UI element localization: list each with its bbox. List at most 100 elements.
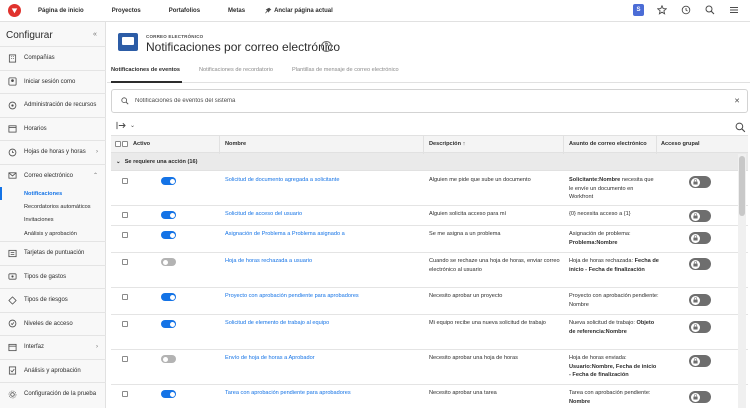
user-badge[interactable]: S <box>633 4 644 16</box>
main-menu-icon[interactable] <box>728 4 740 16</box>
export-button[interactable]: ⌄ <box>116 121 135 130</box>
row-checkbox[interactable] <box>122 321 128 327</box>
sidebar-item-resource-management[interactable]: Administración de recursos <box>0 93 106 117</box>
collapse-sidebar-icon[interactable]: « <box>93 31 97 38</box>
row-checkbox[interactable] <box>122 212 128 218</box>
nav-projects[interactable]: Proyectos <box>112 8 141 14</box>
subject-bold: Usuario:Nombre, Fecha de inicio - Fecha … <box>569 363 657 379</box>
history-icon[interactable] <box>680 4 692 16</box>
table-row: Solicitud de documento agregada a solici… <box>111 171 748 206</box>
sidebar-subitem-notifications[interactable]: Notificaciones <box>0 187 106 200</box>
active-toggle[interactable] <box>161 293 176 301</box>
sidebar-item-label: Análisis y aprobación <box>24 367 81 374</box>
row-checkbox[interactable] <box>122 259 128 265</box>
active-toggle[interactable] <box>161 390 176 398</box>
help-icon[interactable]: ? <box>321 41 332 52</box>
search-input[interactable] <box>135 98 715 104</box>
sidebar-subitem-invitations[interactable]: Invitaciones <box>0 213 106 226</box>
sidebar-item-risk-types[interactable]: Tipos de riesgos <box>0 288 106 312</box>
active-tab-indicator <box>111 81 182 83</box>
nav-portfolios[interactable]: Portafolios <box>169 8 200 14</box>
table-scrollbar[interactable] <box>738 154 746 408</box>
group-row-action-required[interactable]: ⌄ Se requiere una acción (16) <box>111 153 748 171</box>
tab-email-templates[interactable]: Plantillas de mensaje de correo electrón… <box>292 67 399 81</box>
clear-search-icon[interactable]: ✕ <box>734 97 740 105</box>
sidebar-item-interface[interactable]: Interfaz › <box>0 335 106 359</box>
login-icon <box>8 77 17 86</box>
notification-name-link[interactable]: Asignación de Problema a Problema asigna… <box>225 231 345 237</box>
group-label: Se requiere una acción (16) <box>124 158 198 165</box>
sidebar-item-email[interactable]: Correo electrónico ⌃ <box>0 163 106 188</box>
active-toggle[interactable] <box>161 231 176 239</box>
sidebar-item-access-levels[interactable]: Niveles de acceso <box>0 311 106 336</box>
column-header-subject[interactable]: Asunto de correo electrónico <box>569 141 647 147</box>
active-toggle[interactable] <box>161 355 176 363</box>
email-subject: Nueva solicitud de trabajo: Objeto de re… <box>569 319 659 336</box>
workfront-logo-icon[interactable] <box>8 4 21 17</box>
column-header-group-access[interactable]: Acceso grupal <box>661 141 700 147</box>
email-subject: Tarea con aprobación pendiente: Nombre <box>569 389 659 406</box>
scorecard-icon <box>8 249 17 258</box>
top-navigation-bar: Página de inicio Proyectos Portafolios M… <box>0 0 750 22</box>
search-icon[interactable] <box>704 4 716 16</box>
notification-name-link[interactable]: Proyecto con aprobación pendiente para a… <box>225 293 359 299</box>
sidebar-item-scorecards[interactable]: Tarjetas de puntuación <box>0 241 106 265</box>
sidebar-item-companies[interactable]: Compañías <box>0 46 106 70</box>
page-kicker: CORREO ELECTRÓNICO <box>146 34 204 39</box>
access-icon <box>8 319 17 328</box>
notification-name-link[interactable]: Solicitud de elemento de trabajo al equi… <box>225 320 329 326</box>
sidebar-item-label: Niveles de acceso <box>24 320 73 327</box>
nav-goals[interactable]: Metas <box>228 8 245 14</box>
notification-description: Alguien me pide que sube un documento <box>429 177 531 183</box>
sidebar-item-expense-types[interactable]: Tipos de gastos <box>0 264 106 289</box>
group-access-toggle[interactable] <box>689 210 711 222</box>
sidebar-item-review-approval[interactable]: Análisis y aprobación <box>0 358 106 383</box>
tab-reminder-notifications[interactable]: Notificaciones de recordatorio <box>199 67 273 81</box>
row-checkbox[interactable] <box>122 391 128 397</box>
chevron-right-icon: › <box>96 344 98 351</box>
active-toggle[interactable] <box>161 177 176 185</box>
group-access-toggle[interactable] <box>689 321 711 333</box>
notification-name-link[interactable]: Envío de hoja de horas a Aprobador <box>225 355 315 361</box>
group-access-toggle[interactable] <box>689 355 711 367</box>
sidebar-item-login-as[interactable]: Iniciar sesión como <box>0 69 106 94</box>
column-header-active[interactable]: Activo <box>133 141 150 147</box>
tab-event-notifications[interactable]: Notificaciones de eventos <box>111 67 180 81</box>
sidebar-item-timesheets[interactable]: Hojas de horas y horas › <box>0 140 106 164</box>
row-checkbox[interactable] <box>122 232 128 238</box>
sidebar-subitem-review-approval[interactable]: Análisis y aprobación <box>0 226 106 241</box>
notification-name-link[interactable]: Hoja de horas rechazada a usuario <box>225 258 312 264</box>
group-access-toggle[interactable] <box>689 258 711 270</box>
pin-page-button[interactable]: Anclar página actual <box>265 7 361 14</box>
group-access-toggle[interactable] <box>689 391 711 403</box>
scrollbar-thumb[interactable] <box>739 156 745 216</box>
sidebar-item-schedules[interactable]: Horarios <box>0 116 106 141</box>
sidebar-subitem-auto-reminders[interactable]: Recordatorios automáticos <box>0 200 106 213</box>
notification-name-link[interactable]: Solicitud de documento agregada a solici… <box>225 177 339 183</box>
select-all-checkbox[interactable] <box>122 141 128 147</box>
notification-name-link[interactable]: Solicitud de acceso del usuario <box>225 211 302 217</box>
column-header-description[interactable]: Descripción ↑ <box>429 141 465 147</box>
active-toggle[interactable] <box>161 320 176 328</box>
star-icon[interactable] <box>656 4 668 16</box>
page-title: Notificaciones por correo electrónico <box>146 40 341 54</box>
group-access-toggle[interactable] <box>689 176 711 188</box>
building-icon <box>8 54 17 63</box>
email-subject: Hoja de horas enviada: Usuario:Nombre, F… <box>569 354 659 380</box>
sidebar-item-proofing-setup[interactable]: Configuración de la prueba <box>0 382 106 406</box>
group-access-toggle[interactable] <box>689 294 711 306</box>
collapse-all-chevron-icon[interactable] <box>115 141 121 147</box>
active-toggle[interactable] <box>161 258 176 266</box>
column-header-name[interactable]: Nombre <box>225 141 246 147</box>
table-header: Activo Nombre Descripción ↑ Asunto de co… <box>111 135 748 154</box>
row-checkbox[interactable] <box>122 356 128 362</box>
row-checkbox[interactable] <box>122 294 128 300</box>
group-access-toggle[interactable] <box>689 232 711 244</box>
active-toggle[interactable] <box>161 211 176 219</box>
nav-home[interactable]: Página de inicio <box>38 8 84 14</box>
notification-description: Necesito aprobar una hoja de horas <box>429 355 518 361</box>
sidebar-item-label: Configuración de la prueba <box>24 391 97 398</box>
settings-icon <box>8 390 17 399</box>
notification-name-link[interactable]: Tarea con aprobación pendiente para apro… <box>225 390 351 396</box>
row-checkbox[interactable] <box>122 178 128 184</box>
